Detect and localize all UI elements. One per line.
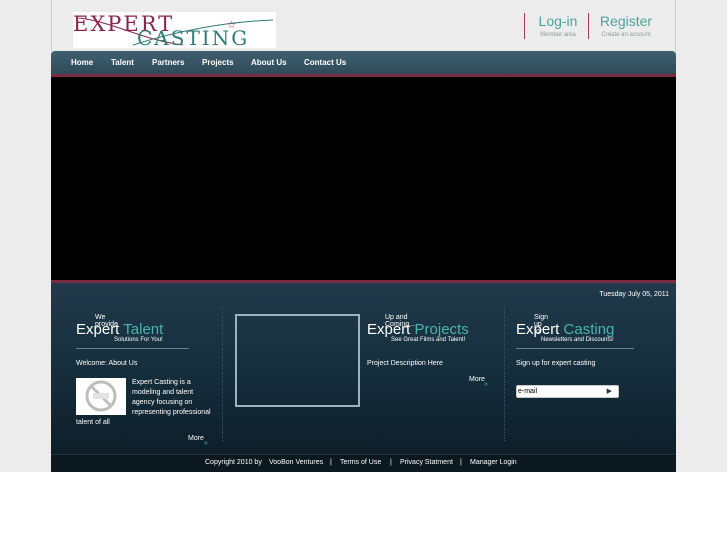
logo-star-icon: ☆ [227, 20, 236, 31]
projects-heading-word-1: Expert [367, 321, 411, 338]
header: EXPERT CASTING ☆ Log-in Member area Regi… [51, 0, 676, 52]
footer: Copyright 2010 by VooBon Ventures | Term… [51, 454, 676, 472]
no-image-icon [85, 380, 117, 412]
signup-heading-rule [516, 348, 634, 349]
site-frame: EXPERT CASTING ☆ Log-in Member area Regi… [51, 0, 676, 472]
talent-body: Expert Casting is a modeling and talent … [132, 379, 211, 416]
talent-heading-post: Solutions For You! [114, 337, 163, 343]
talent-heading-word-2: Talent [123, 321, 164, 338]
talent-welcome: Welcome: About Us [76, 360, 138, 367]
login-label: Log-in [538, 13, 578, 29]
nav-item-about-us[interactable]: About Us [251, 58, 287, 67]
footer-separator: | [330, 459, 332, 466]
talent-more-link[interactable]: More [188, 435, 204, 442]
play-arrow-icon[interactable]: ▶ [607, 387, 612, 395]
more-arrow-icon[interactable]: » [204, 440, 208, 447]
login-link[interactable]: Log-in Member area [531, 13, 585, 38]
projects-heading-word-2: Projects [414, 321, 469, 338]
talent-heading-rule [76, 348, 189, 349]
register-link[interactable]: Register Create an account [596, 13, 656, 38]
signup-heading-title: Expert Casting [516, 321, 614, 338]
register-label: Register [599, 13, 653, 29]
project-description: Project Description Here [367, 360, 443, 367]
nav-item-partners[interactable]: Partners [152, 58, 184, 67]
current-date: Tuesday July 05, 2011 [599, 291, 669, 298]
header-divider [524, 13, 525, 39]
column-divider [504, 306, 505, 441]
signup-text: Sign up for expert casting [516, 360, 596, 367]
nav-item-home[interactable]: Home [71, 58, 93, 67]
talent-heading-word-1: Expert [76, 321, 120, 338]
projects-more-link[interactable]: More [469, 376, 485, 383]
page-background: EXPERT CASTING ☆ Log-in Member area Regi… [0, 0, 727, 472]
more-arrow-icon[interactable]: » [484, 381, 488, 388]
nav-item-talent[interactable]: Talent [111, 58, 134, 67]
project-video-box[interactable] [235, 314, 360, 407]
footer-copyright: Copyright 2010 by [205, 459, 262, 466]
login-sub: Member area [540, 32, 576, 38]
site-logo[interactable]: EXPERT CASTING ☆ [73, 12, 276, 50]
column-divider [222, 306, 223, 441]
talent-body-tail: talent of all [76, 419, 110, 426]
nav-item-contact-us[interactable]: Contact Us [304, 58, 346, 67]
nav-item-projects[interactable]: Projects [202, 58, 234, 67]
footer-manager-link[interactable]: Manager Login [470, 459, 517, 466]
hero-video-player[interactable] [51, 77, 676, 280]
footer-separator: | [460, 459, 462, 466]
projects-heading-post: See Great Films and Talent! [391, 337, 466, 343]
footer-separator: | [390, 459, 392, 466]
content-panel: Tuesday July 05, 2011 We provide Expert … [51, 283, 676, 472]
signup-heading-word-2: Casting [563, 321, 615, 338]
header-divider [588, 13, 589, 39]
register-sub: Create an account [601, 32, 651, 38]
footer-privacy-link[interactable]: Privacy Statment [400, 459, 453, 466]
talent-heading-title: Expert Talent [76, 321, 163, 338]
signup-heading-post: Newsletters and Discounts! [541, 337, 614, 343]
talent-thumbnail[interactable] [76, 378, 126, 415]
email-placeholder: e-mail [518, 388, 538, 395]
projects-heading-title: Expert Projects [367, 321, 469, 338]
footer-company-link[interactable]: VooBon Ventures [269, 459, 323, 466]
email-field[interactable]: e-mail ▶ [516, 385, 619, 398]
footer-terms-link[interactable]: Terms of Use [340, 459, 381, 466]
signup-heading-word-1: Expert [516, 321, 560, 338]
main-nav: Home Talent Partners Projects About Us C… [51, 51, 676, 75]
